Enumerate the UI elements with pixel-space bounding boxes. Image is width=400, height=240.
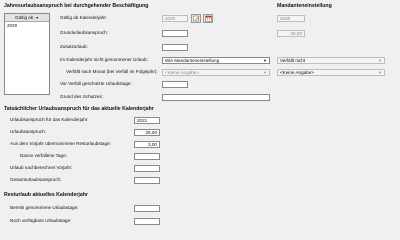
grund-input[interactable] (162, 30, 188, 37)
verfaellt-monat-label: Verfällt nach Monat (bei Verfall im Folg… (66, 69, 158, 74)
kalenderjahr-input[interactable]: 2021 (134, 117, 160, 124)
edit-button[interactable] (191, 14, 201, 23)
chevron-down-icon[interactable]: ▼ (261, 58, 269, 63)
gueltig-label: Gültig ab Kalenderjahr: (60, 15, 107, 20)
gesamt-label: Gesamturlaubsanspruch: (10, 177, 62, 182)
calendar-icon (204, 15, 212, 22)
anspruch-label: Urlaubsanspruch: (10, 129, 47, 134)
mandant-grund-input: 28,00 (277, 30, 305, 37)
verfuegbar-label: Noch verfügbare Urlaubstage: (10, 218, 72, 223)
chevron-down-icon: ▼ (378, 70, 382, 75)
vorjahr-label: Aus dem Vorjahr übernommene Resturlaubst… (10, 141, 111, 146)
verfaellt-monat-select[interactable]: <Keine Angabe> ▼ (162, 69, 270, 76)
genommen-input[interactable] (134, 205, 160, 212)
edit-icon (192, 15, 199, 22)
kalenderjahr-label: Urlaubsanspruch für das Kalenderjahr: (10, 117, 89, 122)
grund-schutz-label: Grund des Schutzes: (60, 94, 103, 99)
gueltig-input[interactable]: 2020 (162, 15, 188, 22)
mandant-nicht-genommen-select: Verfällt nicht ▼ (277, 57, 385, 64)
verfallen-label: Davon verfallene Tage: (20, 153, 67, 158)
section-title-tatsaechlich: Tatsächlicher Urlaubsanspruch für das ak… (4, 106, 154, 112)
verfallen-input[interactable] (134, 153, 160, 160)
gesamt-input[interactable] (134, 177, 160, 184)
calendar-button[interactable] (203, 14, 213, 23)
grund-label: Grundurlaubsanspruch: (60, 30, 109, 35)
zusatz-label: Zusatzurlaub: (60, 44, 88, 49)
anspruch-input[interactable]: 28,00 (134, 129, 160, 136)
zusatz-input[interactable] (162, 44, 188, 51)
genommen-label: Bereits genommene Urlaubstage: (10, 205, 79, 210)
nicht-genommen-label: Im Kalenderjahr nicht genommener Urlaub: (60, 57, 148, 62)
mandant-verfaellt-monat-select: <Keine Angabe> ▼ (277, 69, 385, 76)
nicht-genommen-value: Wie Mandanteneinstellung (165, 58, 220, 63)
vorjahr-input[interactable]: 3,00 (134, 141, 160, 148)
nicht-genommen-select[interactable]: Wie Mandanteneinstellung ▼ (162, 57, 270, 64)
valid-from-header-label: Gültig ab (15, 15, 34, 20)
sort-down-icon: ▼ (35, 16, 39, 20)
vor-verfall-label: Vor Verfall geschützte Urlaubstage: (60, 81, 132, 86)
section-title-resturlaub: Resturlaub aktuelles Kalenderjahr (4, 192, 88, 198)
mandant-nicht-genommen-value: Verfällt nicht (280, 58, 306, 63)
valid-from-list[interactable]: Gültig ab ▼ 2020 (4, 13, 50, 95)
mandant-verfaellt-monat-value: <Keine Angabe> (280, 70, 314, 75)
nachberechnet-input[interactable] (134, 165, 160, 172)
chevron-down-icon: ▼ (378, 58, 382, 63)
vor-verfall-input[interactable] (162, 81, 188, 88)
verfuegbar-input[interactable] (134, 218, 160, 225)
section-title-durchgehend: Jahresurlaubsanspruch bei durchgehender … (4, 3, 149, 9)
section-title-mandant: Mandanteneinstellung (277, 3, 332, 9)
chevron-down-icon[interactable]: ▼ (261, 70, 269, 75)
mandant-gueltig-input: 2020 (277, 15, 305, 22)
list-item[interactable]: 2020 (5, 22, 49, 29)
verfaellt-monat-value: <Keine Angabe> (165, 70, 199, 75)
nachberechnet-label: Urlaub nachberechnet Vorjahr: (10, 165, 73, 170)
valid-from-list-header[interactable]: Gültig ab ▼ (5, 14, 49, 22)
grund-schutz-input[interactable] (162, 94, 270, 101)
